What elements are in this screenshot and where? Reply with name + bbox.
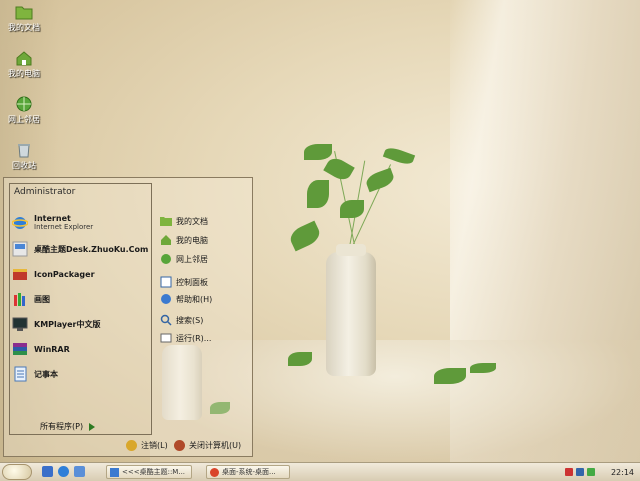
desktop-icon-label: 回收站 — [12, 161, 36, 170]
start-button[interactable] — [2, 464, 32, 480]
start-item-winrar[interactable]: WinRAR — [12, 338, 70, 360]
desktop-icon-label: 我的文档 — [8, 23, 40, 32]
start-item-notepad[interactable]: 记事本 — [12, 363, 58, 385]
run-icon — [160, 333, 172, 343]
start-item-internet[interactable]: Internet Internet Explorer — [12, 212, 93, 234]
desktop-quicklaunch-icon[interactable] — [42, 466, 53, 477]
all-programs-button[interactable]: 所有程序(P) — [40, 421, 96, 432]
vase — [326, 244, 376, 376]
network-icon — [16, 96, 32, 112]
fallen-leaf — [434, 368, 466, 384]
internet-explorer-icon — [12, 217, 28, 229]
taskbar-button-1[interactable]: <<<桌酷主题::M... — [106, 465, 192, 479]
clock[interactable]: 22:14 — [611, 468, 634, 477]
internet-explorer-quicklaunch-icon[interactable] — [58, 466, 69, 477]
all-programs-label: 所有程序(P) — [40, 422, 84, 431]
iconpackager-icon — [13, 269, 27, 280]
recycle-bin-icon — [18, 144, 30, 158]
tray-network-icon[interactable] — [576, 468, 584, 476]
start-right-label: 运行(R)... — [176, 333, 212, 343]
kmplayer-icon — [12, 317, 28, 331]
computer-icon — [161, 235, 171, 245]
start-item-title: 画图 — [34, 294, 50, 304]
start-right-network[interactable]: 网上邻居 — [160, 251, 208, 267]
start-item-title: IconPackager — [34, 269, 95, 279]
tray-shield-icon[interactable] — [565, 468, 573, 476]
logoff-button[interactable]: 注销(L) — [126, 440, 168, 451]
arrow-right-icon — [89, 422, 96, 431]
desktop-icon-label: 我的电脑 — [8, 69, 40, 78]
start-right-my-computer[interactable]: 我的电脑 — [160, 232, 208, 248]
plant-leaf — [304, 144, 332, 160]
start-right-my-documents[interactable]: 我的文档 — [160, 213, 208, 229]
logoff-icon — [126, 440, 137, 451]
start-menu: Administrator Internet Internet Explorer … — [3, 177, 253, 457]
window-icon — [110, 467, 119, 477]
start-right-label: 帮助和(H) — [176, 294, 213, 304]
start-right-control-panel[interactable]: 控制面板 — [160, 274, 208, 290]
taskbar: <<<桌酷主题::M... 桌面-系统-桌面... 22:14 — [0, 462, 640, 481]
start-item-title: 桌酷主题Desk.ZhuoKu.Com — [34, 244, 149, 254]
media-quicklaunch-icon[interactable] — [74, 466, 85, 477]
taskbar-button-label: <<<桌酷主题::M... — [122, 468, 186, 476]
search-icon — [160, 314, 172, 326]
shutdown-label: 关闭计算机(U) — [189, 441, 242, 450]
fallen-leaf — [470, 363, 496, 373]
notepad-icon — [14, 366, 27, 382]
start-right-label: 我的文档 — [176, 216, 208, 226]
browser-icon — [210, 467, 219, 477]
start-item-title: KMPlayer中文版 — [34, 319, 101, 329]
logoff-label: 注销(L) — [141, 441, 168, 450]
help-icon — [161, 294, 171, 304]
plant-leaf — [382, 145, 416, 167]
plant-leaf — [364, 167, 396, 193]
user-name: Administrator — [14, 187, 76, 197]
control-panel-icon — [160, 276, 172, 288]
zhuoku-icon — [12, 241, 28, 257]
desktop-icon-my-computer[interactable]: 我的电脑 — [0, 50, 48, 79]
shutdown-button[interactable]: 关闭计算机(U) — [174, 440, 241, 451]
start-item-paint[interactable]: 画图 — [12, 288, 50, 310]
start-right-label: 搜索(S) — [176, 315, 204, 325]
power-icon — [174, 440, 185, 451]
network-icon — [161, 254, 171, 264]
plant-leaf — [340, 200, 364, 218]
desktop-icon-recycle-bin[interactable]: 回收站 — [0, 142, 48, 171]
start-right-help[interactable]: 帮助和(H) — [160, 291, 212, 307]
paint-icon — [14, 293, 25, 306]
start-item-title: Internet — [34, 214, 71, 223]
start-right-label: 网上邻居 — [176, 254, 208, 264]
plant-leaf — [287, 220, 323, 252]
start-item-subtitle: Internet Explorer — [34, 223, 94, 231]
system-tray: 22:14 — [562, 463, 640, 481]
start-item-title: WinRAR — [34, 344, 70, 354]
computer-icon — [16, 51, 32, 66]
start-right-label: 我的电脑 — [176, 235, 208, 245]
folder-icon — [160, 217, 172, 226]
plant-leaf — [323, 154, 355, 184]
start-item-iconpackager[interactable]: IconPackager — [12, 263, 95, 285]
desktop-icon-network[interactable]: 网上邻居 — [0, 96, 48, 125]
taskbar-button-label: 桌面-系统-桌面... — [222, 468, 276, 476]
desktop-icon-label: 网上邻居 — [8, 115, 40, 124]
desktop-icon-my-documents[interactable]: 我的文档 — [0, 4, 48, 33]
folder-icon — [15, 6, 33, 20]
start-right-label: 控制面板 — [176, 277, 208, 287]
plant-leaf — [307, 180, 329, 208]
start-item-kmplayer[interactable]: KMPlayer中文版 — [12, 313, 101, 335]
tray-app-icon[interactable] — [587, 468, 595, 476]
winrar-icon — [13, 343, 27, 355]
start-item-zhuoku[interactable]: 桌酷主题Desk.ZhuoKu.Com — [12, 238, 148, 260]
taskbar-button-2[interactable]: 桌面-系统-桌面... — [206, 465, 290, 479]
fallen-leaf — [288, 352, 312, 366]
start-item-title: 记事本 — [34, 369, 58, 379]
start-right-run[interactable]: 运行(R)... — [160, 330, 211, 346]
start-right-search[interactable]: 搜索(S) — [160, 312, 203, 328]
